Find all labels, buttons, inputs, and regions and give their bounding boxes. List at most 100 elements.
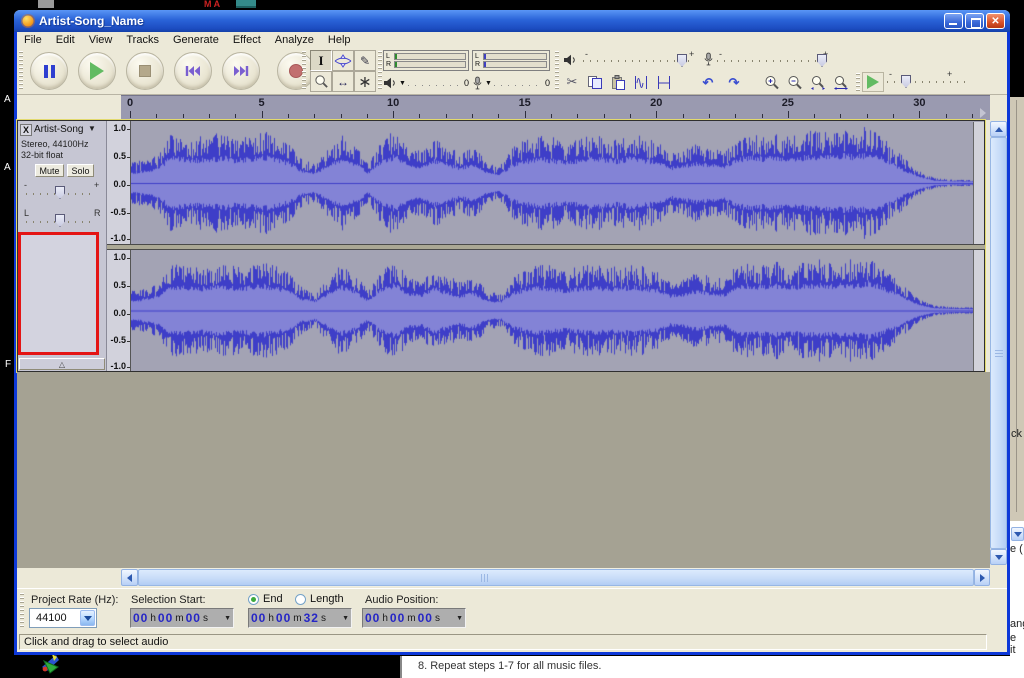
minimize-button[interactable] xyxy=(944,13,963,29)
gain-slider-thumb[interactable] xyxy=(55,186,65,199)
toolbar-grip[interactable] xyxy=(856,73,860,92)
cut-button[interactable]: ✂ xyxy=(561,72,583,92)
title-bar[interactable]: Artist-Song_Name ✕ xyxy=(14,10,1010,32)
waveform-channel-left[interactable] xyxy=(131,122,973,244)
copy-button[interactable] xyxy=(584,72,606,92)
track-collapse-button[interactable]: △ xyxy=(19,358,105,370)
ruler-tick xyxy=(683,114,684,118)
scroll-left-button[interactable] xyxy=(121,569,138,586)
input-volume-slider-thumb[interactable] xyxy=(817,54,827,67)
playback-speed-slider[interactable] xyxy=(887,81,967,83)
envelope-tool-button[interactable] xyxy=(332,50,354,71)
zoom-tool-icon xyxy=(314,74,329,89)
ruler-tick xyxy=(341,114,342,118)
trim-audio-button[interactable] xyxy=(630,72,652,92)
combo-arrow-icon[interactable] xyxy=(80,610,95,626)
menu-file[interactable]: File xyxy=(17,33,49,47)
menu-help[interactable]: Help xyxy=(321,33,358,47)
dropdown-arrow-icon[interactable]: ▼ xyxy=(485,80,492,87)
maximize-button[interactable] xyxy=(965,13,984,29)
status-text: Click and drag to select audio xyxy=(24,636,168,648)
toolbar-grip[interactable] xyxy=(378,51,382,91)
waveform-channel-right[interactable] xyxy=(131,250,973,371)
vertical-scrollbar-thumb[interactable] xyxy=(990,137,1007,549)
dropdown-arrow-icon[interactable]: ▼ xyxy=(399,80,406,87)
multi-tool-button[interactable]: ∗ xyxy=(354,71,376,92)
fit-project-button[interactable] xyxy=(830,72,852,92)
ruler-tick xyxy=(367,114,368,118)
ruler-tick xyxy=(972,114,973,118)
ruler-tick xyxy=(525,111,526,118)
recording-meter[interactable]: L R xyxy=(472,50,550,71)
selection-end-field[interactable]: 00h00m32s ▼ xyxy=(248,608,352,628)
timeshift-tool-button[interactable]: ↔ xyxy=(332,71,354,92)
zoom-tool-button[interactable] xyxy=(310,71,332,92)
toolbar-grip[interactable] xyxy=(19,51,23,91)
track-area-background[interactable] xyxy=(17,372,990,568)
scroll-down-button[interactable] xyxy=(990,549,1007,565)
zoom-out-button[interactable] xyxy=(784,72,806,92)
redo-button[interactable]: ↷ xyxy=(723,72,745,92)
track-name[interactable]: Artist-Song xyxy=(34,124,83,135)
skip-to-end-button[interactable] xyxy=(222,52,260,90)
pause-button[interactable] xyxy=(30,52,68,90)
end-radio[interactable] xyxy=(248,594,259,605)
play-button[interactable] xyxy=(78,52,116,90)
close-button[interactable]: ✕ xyxy=(986,13,1005,29)
after-clip-area[interactable] xyxy=(973,250,984,371)
skip-to-start-button[interactable] xyxy=(174,52,212,90)
window-border-bottom xyxy=(14,652,1010,655)
ruler-label: 15 xyxy=(515,97,535,109)
pan-slider-thumb[interactable] xyxy=(55,214,65,227)
horizontal-scrollbar[interactable] xyxy=(121,568,990,587)
fit-selection-button[interactable] xyxy=(807,72,829,92)
vertical-scrollbar[interactable] xyxy=(990,121,1007,565)
track-menu-arrow-icon[interactable]: ▼ xyxy=(88,124,96,133)
length-radio-row[interactable]: Length xyxy=(295,593,344,605)
menu-effect[interactable]: Effect xyxy=(226,33,268,47)
play-at-speed-button[interactable] xyxy=(862,72,884,92)
silence-audio-button[interactable] xyxy=(653,72,675,92)
playback-meter[interactable]: L R xyxy=(383,50,469,71)
track-control-panel[interactable]: X Artist-Song ▼ Stereo, 44100Hz 32-bit f… xyxy=(18,121,107,371)
output-volume-slider-thumb[interactable] xyxy=(677,54,687,67)
playback-speed-slider-thumb[interactable] xyxy=(901,75,911,88)
paste-button[interactable] xyxy=(607,72,629,92)
ruler-tick xyxy=(893,114,894,118)
menu-analyze[interactable]: Analyze xyxy=(268,33,321,47)
ruler-tick xyxy=(656,111,657,118)
audio-position-field[interactable]: 00h00m00s ▼ xyxy=(362,608,466,628)
fit-project-icon xyxy=(833,75,849,90)
menu-generate[interactable]: Generate xyxy=(166,33,226,47)
menu-edit[interactable]: Edit xyxy=(49,33,82,47)
solo-button[interactable]: Solo xyxy=(67,164,94,177)
selection-start-field[interactable]: 00h00m00s ▼ xyxy=(130,608,234,628)
scroll-up-button[interactable] xyxy=(990,121,1007,137)
meter-zero-label: 0 xyxy=(464,78,469,88)
toolbar-grip[interactable] xyxy=(302,51,306,91)
dropdown-arrow-icon[interactable]: ▼ xyxy=(224,615,231,622)
ruler-tick xyxy=(735,114,736,118)
zoom-in-button[interactable] xyxy=(761,72,783,92)
input-volume-slider[interactable] xyxy=(717,60,829,62)
draw-tool-button[interactable]: ✎ xyxy=(354,50,376,71)
horizontal-scrollbar-thumb[interactable] xyxy=(138,569,974,586)
menu-tracks[interactable]: Tracks xyxy=(119,33,166,47)
menu-view[interactable]: View xyxy=(82,33,120,47)
dropdown-arrow-icon[interactable]: ▼ xyxy=(342,615,349,622)
toolbar-grip[interactable] xyxy=(555,51,559,91)
selection-tool-button[interactable]: I xyxy=(310,50,332,71)
scroll-right-button[interactable] xyxy=(974,569,990,586)
end-radio-row[interactable]: End xyxy=(248,593,283,605)
length-radio[interactable] xyxy=(295,594,306,605)
track-close-button[interactable]: X xyxy=(20,124,32,136)
input-mic-icon xyxy=(703,52,714,66)
undo-button[interactable]: ↶ xyxy=(697,72,719,92)
after-clip-area[interactable] xyxy=(973,122,984,244)
timeline-ruler[interactable]: 051015202530 xyxy=(121,95,990,120)
dropdown-arrow-icon[interactable]: ▼ xyxy=(456,615,463,622)
project-rate-select[interactable]: 44100 xyxy=(29,608,97,628)
toolbar-grip[interactable] xyxy=(20,593,24,629)
mute-button[interactable]: Mute xyxy=(35,164,64,177)
stop-button[interactable] xyxy=(126,52,164,90)
